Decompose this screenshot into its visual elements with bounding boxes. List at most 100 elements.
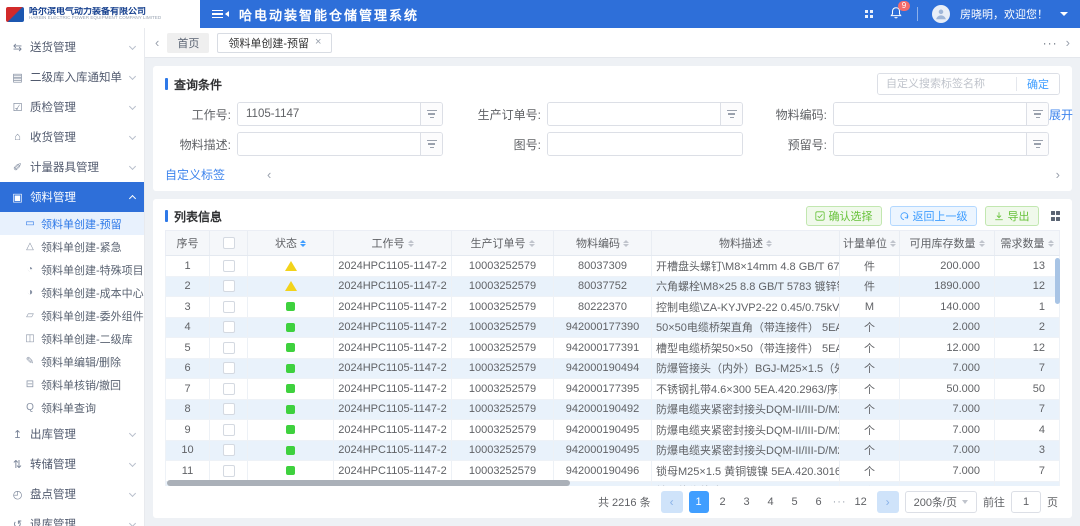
sidebar-subitem-writeoff-return[interactable]: ⊟领料单核销/撤回 (0, 373, 144, 396)
sidebar-collapse-icon[interactable] (212, 10, 229, 19)
vertical-scrollbar[interactable] (1055, 258, 1060, 338)
row-checkbox[interactable] (223, 362, 235, 374)
col-header-unit[interactable]: 计量单位 (840, 231, 900, 255)
sidebar-subitem-create-cost-center[interactable]: ◑领料单创建-成本中心 (0, 281, 144, 304)
col-header-required_qty[interactable]: 需求数量 (995, 231, 1059, 255)
sort-icon[interactable] (890, 240, 896, 247)
table-row[interactable]: 22024HPC1105-1147-21000325257980037752六角… (165, 277, 1060, 298)
table-row[interactable]: 72024HPC1105-1147-2100032525799420001773… (165, 379, 1060, 400)
sidebar-item-quality[interactable]: ☑质检管理 (0, 92, 144, 122)
table-row[interactable]: 82024HPC1105-1147-2100032525799420001904… (165, 400, 1060, 421)
tabs-forward-icon[interactable]: › (1066, 36, 1070, 49)
row-checkbox[interactable] (223, 383, 235, 395)
table-row[interactable]: 12024HPC1105-1147-21000325257980037309开槽… (165, 256, 1060, 277)
sort-icon[interactable] (766, 240, 772, 247)
pagination-page-1[interactable]: 1 (689, 491, 709, 513)
sort-icon[interactable] (300, 240, 306, 247)
back-up-level-button[interactable]: 返回上一级 (890, 206, 977, 226)
sidebar-subitem-query[interactable]: Q领料单查询 (0, 396, 144, 419)
sort-icon[interactable] (1048, 240, 1054, 247)
material-desc-input[interactable] (238, 133, 420, 155)
sidebar-item-receiving[interactable]: ⌂收货管理 (0, 122, 144, 152)
confirm-tag-button[interactable]: 确定 (1017, 74, 1059, 94)
sidebar-subitem-create-reserve[interactable]: ▭领料单创建-预留 (0, 212, 144, 235)
work-no-input[interactable] (238, 103, 420, 125)
sidebar-item-delivery[interactable]: ⇆送货管理 (0, 32, 144, 62)
custom-tag-link[interactable]: 自定义标签 (165, 166, 225, 183)
row-checkbox[interactable] (223, 424, 235, 436)
sidebar-item-return-warehouse[interactable]: ↺退库管理 (0, 509, 144, 526)
sidebar-item-measuring-tools[interactable]: ✐计量器具管理 (0, 152, 144, 182)
sidebar-subitem-edit-delete[interactable]: ✎领料单编辑/删除 (0, 350, 144, 373)
table-row[interactable]: 112024HPC1105-1147-210003252579942000190… (165, 461, 1060, 482)
table-row[interactable]: 62024HPC1105-1147-2100032525799420001904… (165, 359, 1060, 380)
col-header-available_qty[interactable]: 可用库存数量 (900, 231, 995, 255)
col-header-order_no[interactable]: 生产订单号 (452, 231, 554, 255)
pagination-page-2[interactable]: 2 (713, 491, 733, 513)
row-checkbox[interactable] (223, 403, 235, 415)
table-row[interactable]: 52024HPC1105-1147-2100032525799420001773… (165, 338, 1060, 359)
pagination-page-6[interactable]: 6 (809, 491, 829, 513)
fullscreen-icon[interactable] (865, 10, 873, 18)
work-no-filter-icon[interactable] (420, 103, 442, 125)
sidebar-subitem-create-urgent[interactable]: △领料单创建-紧急 (0, 235, 144, 258)
sidebar-item-stocktake[interactable]: ◴盘点管理 (0, 479, 144, 509)
table-row[interactable]: 102024HPC1105-1147-210003252579942000190… (165, 441, 1060, 462)
order-no-input[interactable] (548, 103, 720, 125)
tag-scroll-right-icon[interactable]: › (1056, 168, 1060, 181)
col-header-material_code[interactable]: 物料编码 (554, 231, 652, 255)
row-checkbox[interactable] (223, 465, 235, 477)
row-checkbox[interactable] (223, 260, 235, 272)
reserve-no-filter-icon[interactable] (1026, 133, 1048, 155)
sidebar-item-outbound[interactable]: ↥出库管理 (0, 419, 144, 449)
sort-icon[interactable] (623, 240, 629, 247)
user-greeting[interactable]: 房晓明，欢迎您！ (960, 6, 1048, 22)
custom-tag-name-input[interactable] (878, 74, 1016, 94)
notification-bell-icon[interactable]: 9 (889, 6, 903, 23)
sidebar-item-material-requisition[interactable]: ▣领料管理 (0, 182, 144, 212)
row-checkbox[interactable] (223, 444, 235, 456)
tabs-back-icon[interactable]: ‹ (155, 36, 159, 49)
pagination-page-3[interactable]: 3 (737, 491, 757, 513)
sort-icon[interactable] (529, 240, 535, 247)
material-code-input[interactable] (834, 103, 1026, 125)
tag-scroll-left-icon[interactable]: ‹ (267, 168, 271, 181)
reserve-no-input[interactable] (834, 133, 1026, 155)
sort-icon[interactable] (408, 240, 414, 247)
tab-close-icon[interactable]: × (315, 37, 321, 48)
sort-icon[interactable] (979, 240, 985, 247)
row-checkbox[interactable] (223, 321, 235, 333)
user-menu-caret-icon[interactable] (1060, 12, 1068, 16)
sidebar-item-secondary-inbound-notice[interactable]: ▤二级库入库通知单 (0, 62, 144, 92)
sidebar-item-transfer[interactable]: ⇅转储管理 (0, 449, 144, 479)
column-settings-icon[interactable] (1051, 211, 1061, 221)
drawing-no-input[interactable] (548, 133, 742, 155)
tab-领料单创建-预留[interactable]: 领料单创建-预留× (217, 33, 332, 53)
col-header-status[interactable]: 状态 (248, 231, 334, 255)
sidebar-subitem-create-secondary[interactable]: ◫领料单创建-二级库 (0, 327, 144, 350)
pagination-prev-icon[interactable]: ‹ (661, 491, 683, 513)
pagination-page-4[interactable]: 4 (761, 491, 781, 513)
table-row[interactable]: 42024HPC1105-1147-2100032525799420001773… (165, 318, 1060, 339)
select-all-checkbox[interactable] (223, 237, 235, 249)
sidebar-subitem-create-special[interactable]: ◔领料单创建-特殊项目 (0, 258, 144, 281)
table-row[interactable]: 32024HPC1105-1147-21000325257980222370控制… (165, 297, 1060, 318)
col-header-checkbox[interactable] (210, 231, 248, 255)
sidebar-subitem-create-outsourced[interactable]: ▱领料单创建-委外组件 (0, 304, 144, 327)
tab-首页[interactable]: 首页 (167, 33, 209, 53)
table-row[interactable]: 92024HPC1105-1147-2100032525799420001904… (165, 420, 1060, 441)
pagination-page-12[interactable]: 12 (851, 491, 871, 513)
goto-page-input[interactable] (1011, 491, 1041, 513)
pagination-page-5[interactable]: 5 (785, 491, 805, 513)
user-avatar[interactable] (932, 5, 950, 23)
pagination-next-icon[interactable]: › (877, 491, 899, 513)
export-button[interactable]: 导出 (985, 206, 1039, 226)
pagination-ellipsis[interactable]: ··· (833, 496, 847, 508)
tabs-more-icon[interactable]: ··· (1043, 36, 1058, 50)
expand-link[interactable]: 展开 (1049, 106, 1073, 123)
order-no-filter-icon[interactable] (720, 103, 742, 125)
row-checkbox[interactable] (223, 280, 235, 292)
page-size-select[interactable]: 200条/页 (905, 491, 977, 513)
material-desc-filter-icon[interactable] (420, 133, 442, 155)
material-code-filter-icon[interactable] (1026, 103, 1048, 125)
